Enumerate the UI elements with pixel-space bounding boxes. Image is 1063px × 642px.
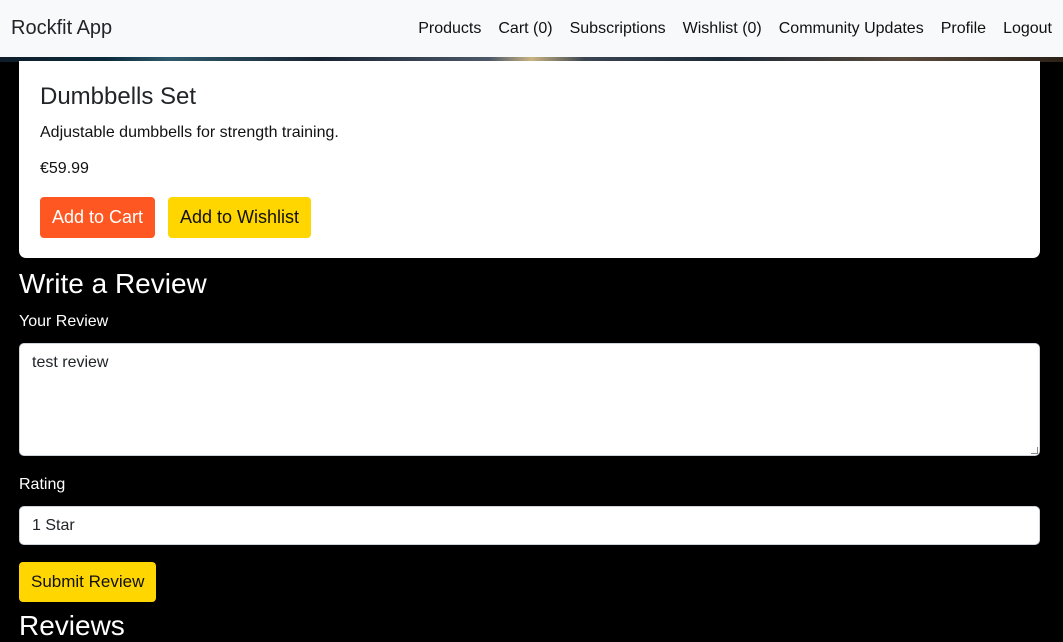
review-label: Your Review [19,313,109,330]
submit-review-button[interactable]: Submit Review [19,562,157,602]
product-title: Dumbbells Set [40,83,197,110]
product-card: Dumbbells Set Adjustable dumbbells for s… [19,61,1040,258]
rating-select[interactable]: 1 Star [19,506,1040,545]
nav-link-wishlist[interactable]: Wishlist (0) [683,20,762,38]
product-price: €59.99 [40,160,89,177]
nav-link-cart[interactable]: Cart (0) [498,20,552,38]
rating-label: Rating [19,476,66,493]
top-navbar: Rockfit App Products Cart (0) Subscripti… [0,0,1063,57]
write-review-heading: Write a Review [19,268,207,299]
nav-link-profile[interactable]: Profile [941,20,986,38]
nav-link-community-updates[interactable]: Community Updates [779,20,924,38]
nav-link-subscriptions[interactable]: Subscriptions [570,20,666,38]
textarea-resize-icon[interactable] [1031,447,1038,454]
add-to-cart-button[interactable]: Add to Cart [40,197,156,238]
nav-links: Products Cart (0) Subscriptions Wishlist… [401,20,1052,38]
nav-link-products[interactable]: Products [418,20,481,38]
nav-link-logout[interactable]: Logout [1003,20,1052,38]
brand-logo[interactable]: Rockfit App [11,17,112,40]
product-description: Adjustable dumbbells for strength traini… [40,124,339,141]
review-textarea[interactable]: test review [19,343,1040,456]
reviews-heading: Reviews [19,610,125,641]
rating-selected-value: 1 Star [32,516,75,534]
add-to-wishlist-button[interactable]: Add to Wishlist [168,197,312,238]
